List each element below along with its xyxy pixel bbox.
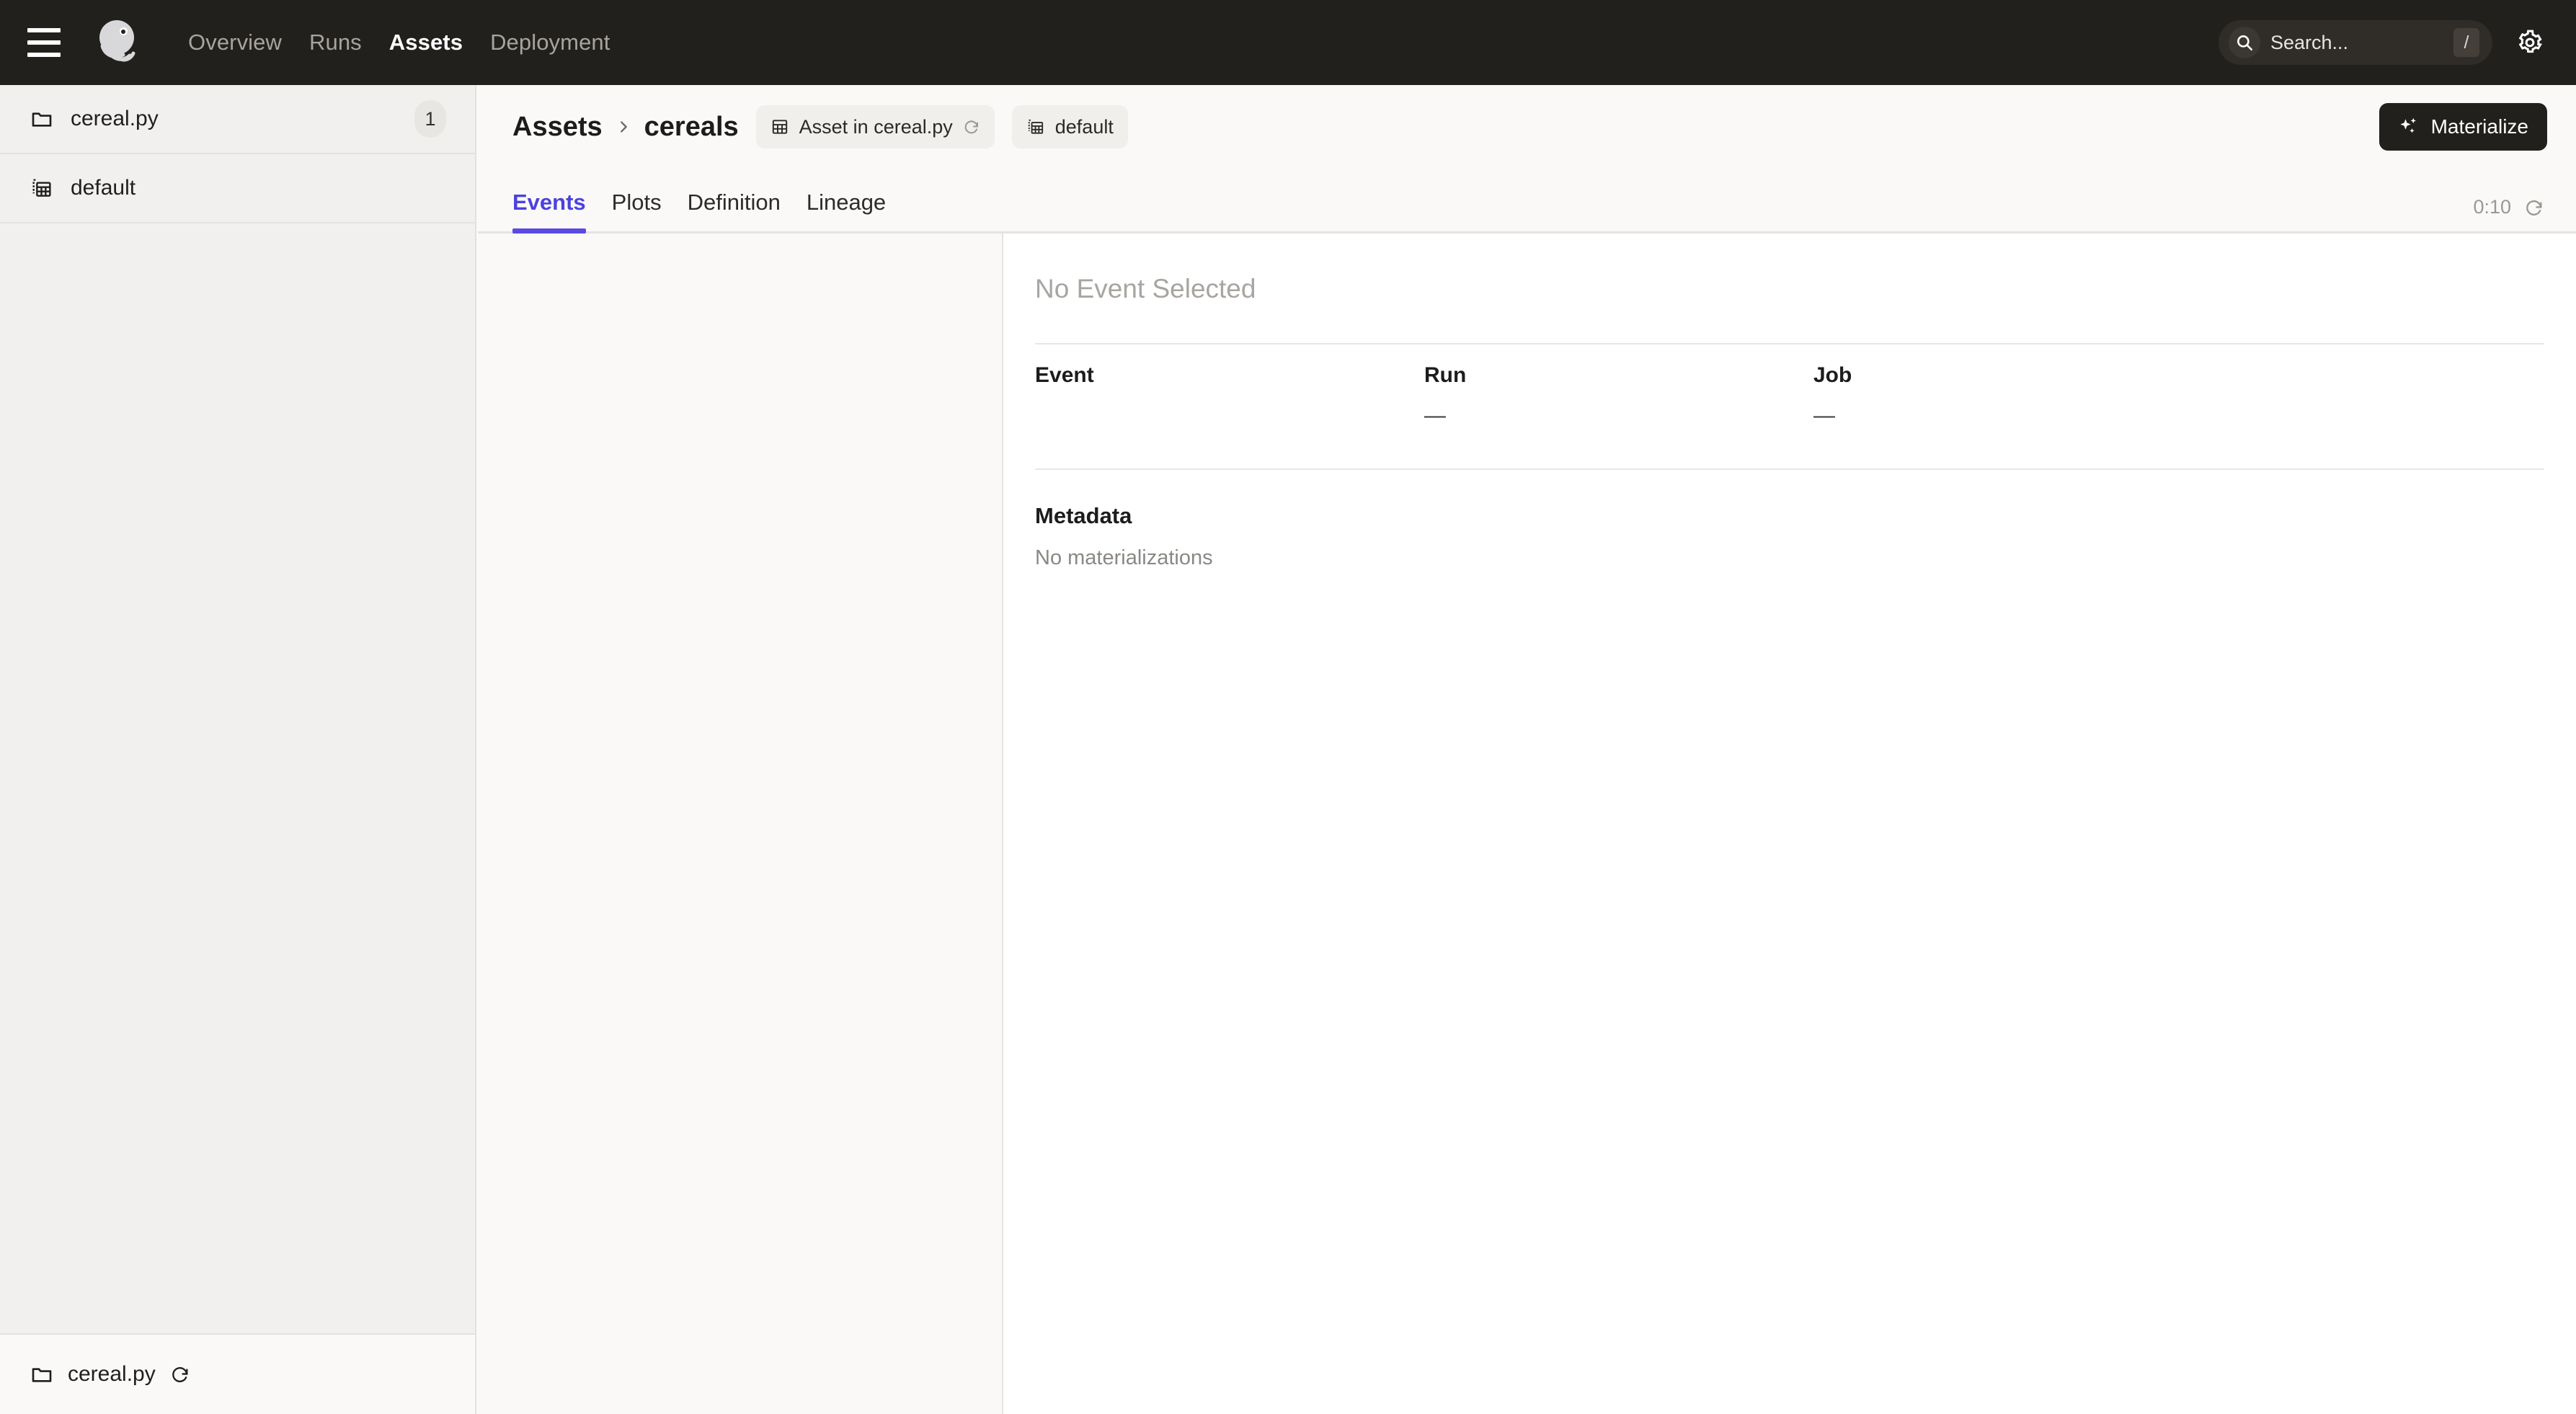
sidebar-item-label: cereal.py xyxy=(71,107,159,130)
refresh-countdown[interactable]: 0:10 xyxy=(2473,196,2544,218)
search-shortcut-key: / xyxy=(2453,28,2479,57)
metadata-empty-text: No materializations xyxy=(1035,546,1213,569)
detail-column-event: Event xyxy=(1035,363,1424,428)
sidebar-item-label: default xyxy=(71,176,136,200)
chip-label: Asset in cereal.py xyxy=(799,115,953,138)
search-input[interactable]: Search... / xyxy=(2219,20,2492,65)
table-icon xyxy=(770,117,789,136)
page-header: Assets cereals Asset in cereal.py defaul… xyxy=(478,85,2576,169)
chip-label: default xyxy=(1054,115,1114,138)
main-content-area: Assets cereals Asset in cereal.py defaul… xyxy=(478,85,2576,1414)
hamburger-menu-icon[interactable] xyxy=(27,28,61,57)
chip-code-location-default[interactable]: default xyxy=(1011,105,1128,148)
top-navigation-bar: Overview Runs Assets Deployment Search..… xyxy=(0,0,2576,85)
table-multiple-icon xyxy=(1026,117,1045,136)
hamburger-bar xyxy=(27,53,61,57)
refresh-icon[interactable] xyxy=(963,118,980,135)
chip-asset-in-repository[interactable]: Asset in cereal.py xyxy=(755,105,995,148)
tab-plots[interactable]: Plots xyxy=(599,190,675,231)
metadata-section: Metadata No materializations xyxy=(1035,503,2544,570)
page-title: cereals xyxy=(644,111,739,142)
sidebar-repository-list: cereal.py 1 default xyxy=(0,85,475,1333)
tab-events[interactable]: Events xyxy=(512,190,599,234)
hamburger-bar xyxy=(27,28,61,32)
tab-definition[interactable]: Definition xyxy=(675,190,794,231)
left-sidebar: cereal.py 1 default cereal.py xyxy=(0,85,476,1414)
chevron-right-icon xyxy=(616,117,631,136)
table-divider xyxy=(1035,468,2544,470)
column-header-run: Run xyxy=(1424,363,1467,387)
metadata-title: Metadata xyxy=(1035,503,1132,528)
asset-tab-bar: Events Plots Definition Lineage 0:10 xyxy=(478,169,2576,234)
breadcrumb-assets-link[interactable]: Assets xyxy=(512,112,603,143)
refresh-icon[interactable] xyxy=(2524,197,2544,218)
column-value-job: — xyxy=(1813,404,1835,427)
nav-item-runs[interactable]: Runs xyxy=(296,22,376,63)
column-header-event: Event xyxy=(1035,363,1094,387)
materialize-button[interactable]: Materialize xyxy=(2379,103,2547,151)
events-split-view: No Event Selected Event Run — Job — Meta… xyxy=(478,234,2576,1414)
sidebar-footer-reload-repository[interactable]: cereal.py xyxy=(0,1333,475,1414)
sidebar-item-cereal-py[interactable]: cereal.py 1 xyxy=(0,85,475,154)
nav-item-overview[interactable]: Overview xyxy=(174,22,296,63)
hamburger-bar xyxy=(27,40,61,45)
event-detail-table: Event Run — Job — xyxy=(1035,343,2544,470)
materialize-button-label: Materialize xyxy=(2430,115,2528,138)
refresh-countdown-label: 0:10 xyxy=(2473,196,2511,218)
sidebar-item-default[interactable]: default xyxy=(0,154,475,223)
event-detail-panel: No Event Selected Event Run — Job — Meta… xyxy=(1003,234,2576,1414)
nav-item-assets[interactable]: Assets xyxy=(376,22,476,63)
sidebar-footer-label: cereal.py xyxy=(68,1362,156,1386)
events-list-panel[interactable] xyxy=(478,234,1003,1414)
top-bar-right-cluster: Search... / xyxy=(2219,0,2549,85)
search-icon xyxy=(2229,27,2260,58)
search-placeholder-text: Search... xyxy=(2270,31,2349,53)
no-event-selected-title: No Event Selected xyxy=(1035,274,1256,303)
tab-lineage[interactable]: Lineage xyxy=(794,190,899,231)
refresh-icon[interactable] xyxy=(170,1364,190,1384)
sparkle-icon xyxy=(2398,116,2420,138)
table-multiple-icon xyxy=(30,177,55,200)
folder-icon xyxy=(30,1363,53,1386)
dagster-logo-icon[interactable] xyxy=(91,14,147,71)
column-header-job: Job xyxy=(1813,363,1852,387)
breadcrumb: Assets cereals Asset in cereal.py defaul… xyxy=(512,105,1128,148)
detail-column-job: Job — xyxy=(1813,363,2544,428)
folder-icon xyxy=(30,107,55,130)
sidebar-item-badge: 1 xyxy=(414,100,446,138)
detail-column-run: Run — xyxy=(1424,363,1813,428)
gear-icon[interactable] xyxy=(2511,24,2549,61)
column-value-run: — xyxy=(1424,404,1446,427)
table-row: Event Run — Job — xyxy=(1035,344,2544,428)
primary-nav: Overview Runs Assets Deployment xyxy=(174,22,623,63)
tab-list: Events Plots Definition Lineage xyxy=(512,190,899,234)
nav-item-deployment[interactable]: Deployment xyxy=(476,22,623,63)
